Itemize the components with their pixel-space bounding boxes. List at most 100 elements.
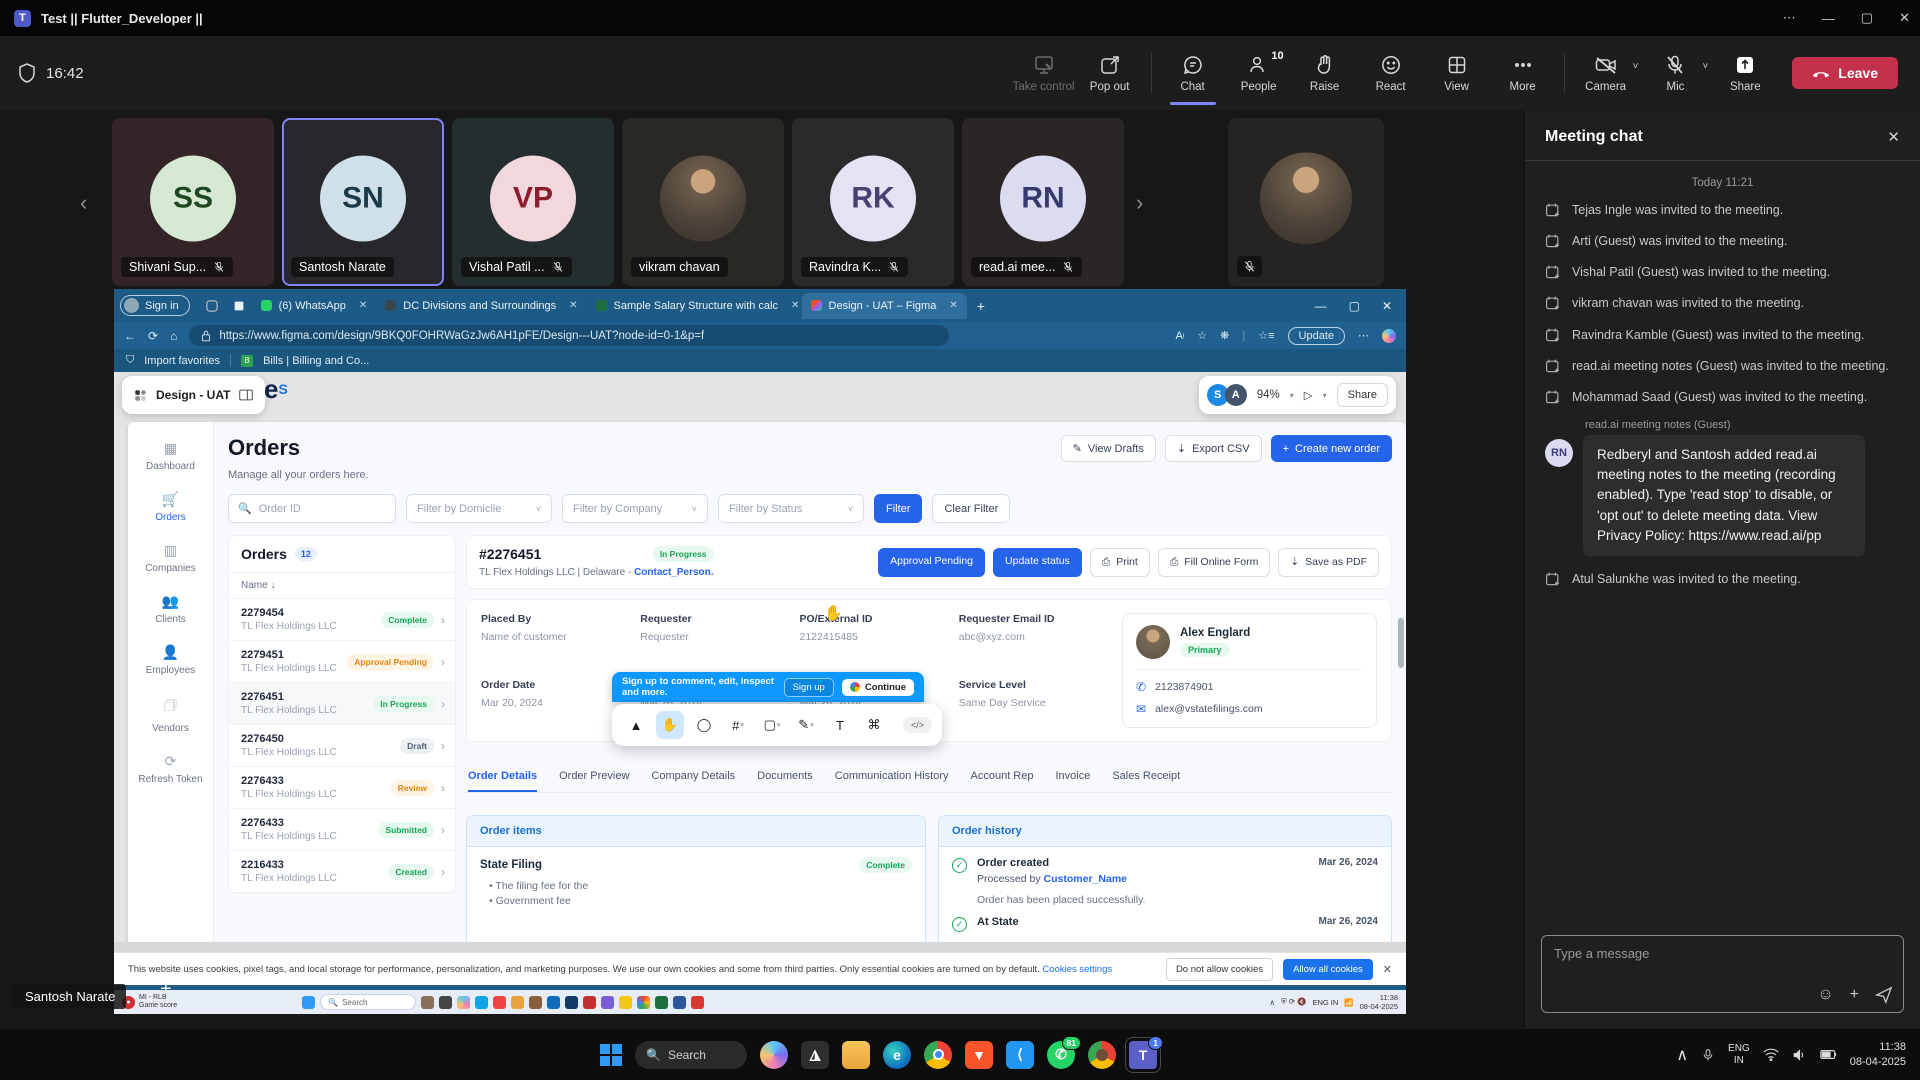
print-button[interactable]: ⎙Print [1090, 548, 1150, 577]
brave-icon[interactable]: ▼ [965, 1041, 993, 1069]
favorites-bar-icon[interactable]: ☆≡ [1258, 329, 1274, 342]
workspaces-icon[interactable] [205, 299, 219, 313]
new-tab-button[interactable]: + [977, 298, 985, 314]
order-row[interactable]: 2276433TL Flex Holdings LLCReview› [229, 767, 455, 809]
app-icon[interactable] [637, 996, 650, 1009]
bookmark-bills[interactable]: Bills | Billing and Co... [263, 355, 369, 367]
sidebar-item-companies[interactable]: ▥Companies [132, 534, 210, 583]
tab-documents[interactable]: Documents [757, 764, 813, 792]
pen-tool[interactable]: ✎▾ [792, 711, 820, 739]
react-button[interactable]: React [1358, 54, 1424, 93]
text-tool[interactable]: T [826, 711, 854, 739]
emoji-icon[interactable]: ☺ [1817, 986, 1833, 1004]
present-icon[interactable]: ▷ [1304, 388, 1313, 402]
export-csv-button[interactable]: ⇣Export CSV [1165, 435, 1262, 462]
start-icon[interactable] [302, 996, 315, 1009]
figma-file-pill[interactable]: Design - UAT [122, 376, 265, 414]
clear-filter-button[interactable]: Clear Filter [932, 494, 1010, 523]
edge-icon[interactable]: e [883, 1041, 911, 1069]
order-row[interactable]: 2276450TL Flex Holdings LLCDraft› [229, 725, 455, 767]
app-icon[interactable] [511, 996, 524, 1009]
extensions-icon[interactable]: ❋ [1220, 329, 1229, 342]
contact-phone[interactable]: 2123874901 [1155, 681, 1213, 693]
signup-button[interactable]: Sign up [784, 678, 834, 697]
sidebar-item-orders[interactable]: 🛒Orders [132, 483, 210, 532]
move-tool[interactable]: ▲ [622, 711, 650, 739]
allow-cookies-button[interactable]: Allow all cookies [1283, 959, 1373, 980]
maximize-icon[interactable]: ▢ [1861, 10, 1873, 26]
view-drafts-button[interactable]: ✎View Drafts [1061, 435, 1156, 462]
tiles-next-chevron[interactable]: › [1136, 190, 1143, 216]
window-menu-icon[interactable]: ⋯ [1783, 10, 1796, 26]
wifi-icon[interactable] [1763, 1048, 1779, 1061]
browser-restore-icon[interactable]: ▢ [1349, 299, 1360, 313]
app-icon[interactable] [493, 996, 506, 1009]
chrome-icon[interactable] [924, 1041, 952, 1069]
favorite-star-icon[interactable]: ☆ [1197, 329, 1207, 342]
leave-button[interactable]: Leave [1792, 57, 1898, 89]
figma-share-button[interactable]: Share [1337, 383, 1388, 407]
teams-icon[interactable]: T1 [1129, 1041, 1157, 1069]
send-icon[interactable] [1875, 986, 1893, 1004]
sidebar-item-employees[interactable]: 👤Employees [132, 636, 210, 685]
tab-communication-history[interactable]: Communication History [835, 764, 949, 792]
save-pdf-button[interactable]: ⇣Save as PDF [1278, 548, 1379, 577]
deny-cookies-button[interactable]: Do not allow cookies [1166, 958, 1273, 981]
app-icon[interactable] [439, 996, 452, 1009]
tab-invoice[interactable]: Invoice [1055, 764, 1090, 792]
contact-person-link[interactable]: Contact_Person. [634, 567, 713, 578]
chat-close-icon[interactable]: ✕ [1887, 128, 1900, 146]
view-button[interactable]: View [1424, 54, 1490, 93]
start-button[interactable] [600, 1044, 622, 1066]
refresh-icon[interactable]: ⟳ [148, 329, 158, 343]
back-icon[interactable]: ← [124, 329, 136, 343]
order-row-selected[interactable]: 2276451TL Flex Holdings LLCIn Progress› [229, 683, 455, 725]
mini-language[interactable]: ENG IN [1312, 998, 1338, 1007]
order-row[interactable]: 2216433TL Flex Holdings LLCCreated› [229, 851, 455, 893]
update-status-button[interactable]: Update status [993, 548, 1082, 577]
tab-order-details[interactable]: Order Details [468, 764, 537, 792]
mini-clock[interactable]: 11:3808-04-2025 [1360, 993, 1398, 1012]
frame-tool[interactable]: #▾ [724, 711, 752, 739]
tab-sales-receipt[interactable]: Sales Receipt [1112, 764, 1180, 792]
bookmark-import[interactable]: Import favorites [144, 355, 220, 367]
filter-button[interactable]: Filter [874, 494, 922, 523]
chat-input-box[interactable]: ☺ + [1541, 935, 1904, 1013]
tiles-prev-chevron[interactable]: ‹ [80, 190, 87, 216]
battery-icon[interactable] [1820, 1049, 1837, 1060]
share-button[interactable]: Share [1712, 54, 1778, 93]
cookie-close-icon[interactable]: ✕ [1383, 963, 1392, 976]
app-icon[interactable] [529, 996, 542, 1009]
fill-online-form-button[interactable]: ⎙Fill Online Form [1158, 548, 1271, 577]
video-tile-vikram[interactable]: vikram chavan [622, 118, 784, 286]
attach-plus-icon[interactable]: + [1850, 986, 1859, 1004]
tray-chevron[interactable]: ∧ [1270, 998, 1276, 1007]
app-icon[interactable] [619, 996, 632, 1009]
tab-dc-divisions[interactable]: DC Divisions and Surroundings✕ [376, 293, 586, 319]
app-icon[interactable] [421, 996, 434, 1009]
language-indicator[interactable]: ENGIN [1728, 1043, 1750, 1067]
update-button[interactable]: Update [1288, 327, 1345, 345]
home-icon[interactable]: ⌂ [170, 329, 177, 343]
clock[interactable]: 11:3808-04-2025 [1850, 1040, 1906, 1070]
camera-button[interactable]: Camera [1573, 54, 1639, 93]
app-icon[interactable] [583, 996, 596, 1009]
sidebar-item-clients[interactable]: 👥Clients [132, 585, 210, 634]
taskbar-search[interactable]: 🔍Search [635, 1041, 747, 1069]
file-explorer-icon[interactable] [842, 1041, 870, 1069]
browser-close-icon[interactable]: ✕ [1382, 299, 1392, 313]
collaborator-avatar-a[interactable]: A [1225, 384, 1247, 406]
approval-pending-button[interactable]: Approval Pending [878, 548, 985, 577]
app-icon[interactable] [655, 996, 668, 1009]
shape-tool[interactable]: ▢▾ [758, 711, 786, 739]
dev-mode-toggle[interactable]: </> [903, 717, 932, 733]
google-continue-button[interactable]: Continue [842, 679, 914, 696]
chrome-profile-icon[interactable] [1088, 1041, 1116, 1069]
chat-input[interactable] [1554, 946, 1854, 961]
app-icon[interactable] [547, 996, 560, 1009]
close-icon[interactable]: ✕ [1899, 10, 1910, 26]
minimize-icon[interactable]: — [1822, 11, 1835, 26]
sidebar-item-refresh-token[interactable]: ⟳Refresh Token [132, 745, 210, 794]
tab-company-details[interactable]: Company Details [651, 764, 735, 792]
browser-signin-button[interactable]: Sign in [120, 295, 190, 316]
